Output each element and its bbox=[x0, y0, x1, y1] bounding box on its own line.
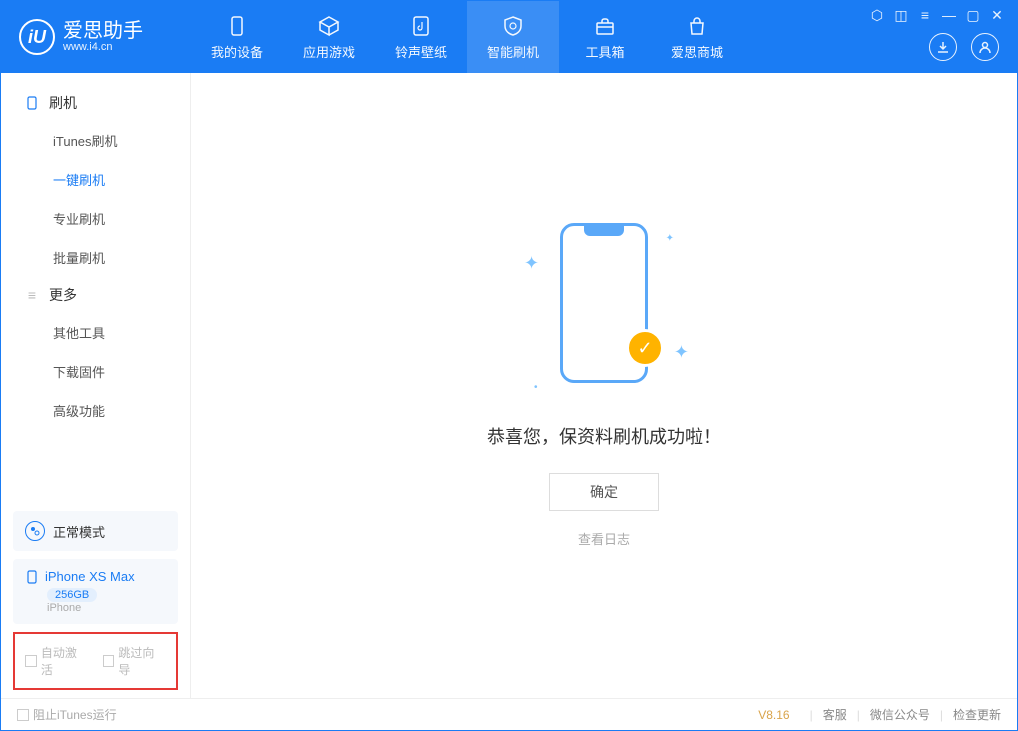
list-icon: ≡ bbox=[23, 286, 41, 304]
block-itunes-checkbox[interactable]: 阻止iTunes运行 bbox=[17, 706, 117, 723]
sparkle-icon: ✦ bbox=[674, 342, 689, 363]
support-link[interactable]: 客服 bbox=[823, 706, 847, 723]
phone-icon bbox=[225, 14, 249, 38]
music-file-icon bbox=[409, 14, 433, 38]
sidebar-item-advanced[interactable]: 高级功能 bbox=[1, 391, 190, 430]
tab-label: 智能刷机 bbox=[487, 42, 539, 61]
flash-options-row: 自动激活 跳过向导 bbox=[13, 632, 178, 690]
tab-store[interactable]: 爱思商城 bbox=[651, 1, 743, 73]
main-tabs: 我的设备 应用游戏 铃声壁纸 智能刷机 工具箱 爱思商城 bbox=[191, 1, 743, 73]
sidebar-item-batch-flash[interactable]: 批量刷机 bbox=[1, 238, 190, 277]
main-content: ✓ ✦ ✦ • ✦ 恭喜您，保资料刷机成功啦！ 确定 查看日志 bbox=[191, 73, 1017, 698]
app-subtitle: www.i4.cn bbox=[63, 41, 143, 53]
title-bar: iU 爱思助手 www.i4.cn 我的设备 应用游戏 铃声壁纸 智能刷机 工具… bbox=[1, 1, 1017, 73]
skin-icon[interactable]: ◫ bbox=[893, 7, 909, 24]
tab-my-device[interactable]: 我的设备 bbox=[191, 1, 283, 73]
phone-small-icon bbox=[23, 94, 41, 112]
device-name-label: iPhone XS Max bbox=[45, 569, 135, 584]
sparkle-icon: • bbox=[534, 382, 538, 393]
sidebar-item-pro-flash[interactable]: 专业刷机 bbox=[1, 199, 190, 238]
check-update-link[interactable]: 检查更新 bbox=[953, 706, 1001, 723]
tab-flash[interactable]: 智能刷机 bbox=[467, 1, 559, 73]
cube-icon bbox=[317, 14, 341, 38]
view-log-link[interactable]: 查看日志 bbox=[578, 529, 630, 548]
sidebar-item-other-tools[interactable]: 其他工具 bbox=[1, 313, 190, 352]
tab-ringtone[interactable]: 铃声壁纸 bbox=[375, 1, 467, 73]
mode-card[interactable]: 正常模式 bbox=[13, 511, 178, 551]
check-badge-icon: ✓ bbox=[626, 329, 664, 367]
minimize-button[interactable]: — bbox=[941, 7, 957, 24]
success-message: 恭喜您，保资料刷机成功啦！ bbox=[487, 423, 721, 449]
sparkle-icon: ✦ bbox=[666, 233, 674, 244]
mode-label: 正常模式 bbox=[53, 522, 105, 541]
device-type-label: iPhone bbox=[47, 602, 166, 614]
menu-icon[interactable]: ≡ bbox=[917, 7, 933, 24]
download-button[interactable] bbox=[929, 33, 957, 61]
app-title: 爱思助手 bbox=[63, 21, 143, 41]
tab-label: 应用游戏 bbox=[303, 42, 355, 61]
tab-label: 工具箱 bbox=[585, 42, 624, 61]
shield-sync-icon bbox=[501, 14, 525, 38]
close-button[interactable]: ✕ bbox=[989, 7, 1005, 24]
toolbox-icon bbox=[593, 14, 617, 38]
sparkle-icon: ✦ bbox=[524, 253, 539, 274]
success-illustration: ✓ ✦ ✦ • ✦ bbox=[504, 223, 704, 403]
auto-activate-checkbox[interactable]: 自动激活 bbox=[25, 644, 89, 678]
logo-area: iU 爱思助手 www.i4.cn bbox=[1, 19, 191, 55]
feedback-icon[interactable]: ⬡ bbox=[869, 7, 885, 24]
sidebar-item-itunes-flash[interactable]: iTunes刷机 bbox=[1, 121, 190, 160]
sidebar-section-more: ≡ 更多 bbox=[1, 277, 190, 313]
app-logo-icon: iU bbox=[19, 19, 55, 55]
sidebar-section-flash: 刷机 bbox=[1, 85, 190, 121]
account-button[interactable] bbox=[971, 33, 999, 61]
version-label: V8.16 bbox=[758, 708, 789, 722]
tab-label: 爱思商城 bbox=[671, 42, 723, 61]
tab-toolbox[interactable]: 工具箱 bbox=[559, 1, 651, 73]
device-capacity-badge: 256GB bbox=[47, 588, 97, 602]
device-icon bbox=[25, 570, 39, 584]
tab-apps[interactable]: 应用游戏 bbox=[283, 1, 375, 73]
device-card[interactable]: iPhone XS Max 256GB iPhone bbox=[13, 559, 178, 624]
wechat-link[interactable]: 微信公众号 bbox=[870, 706, 930, 723]
ok-button[interactable]: 确定 bbox=[549, 473, 659, 511]
sidebar: 刷机 iTunes刷机 一键刷机 专业刷机 批量刷机 ≡ 更多 其他工具 下载固… bbox=[1, 73, 191, 698]
bag-icon bbox=[685, 14, 709, 38]
mode-icon bbox=[25, 521, 45, 541]
window-controls: ⬡ ◫ ≡ — ▢ ✕ bbox=[869, 7, 1005, 24]
maximize-button[interactable]: ▢ bbox=[965, 7, 981, 24]
sidebar-item-oneclick-flash[interactable]: 一键刷机 bbox=[1, 160, 190, 199]
sidebar-item-download-firmware[interactable]: 下载固件 bbox=[1, 352, 190, 391]
status-bar: 阻止iTunes运行 V8.16 | 客服 | 微信公众号 | 检查更新 bbox=[1, 698, 1017, 730]
tab-label: 我的设备 bbox=[211, 42, 263, 61]
skip-guide-checkbox[interactable]: 跳过向导 bbox=[103, 644, 167, 678]
tab-label: 铃声壁纸 bbox=[395, 42, 447, 61]
